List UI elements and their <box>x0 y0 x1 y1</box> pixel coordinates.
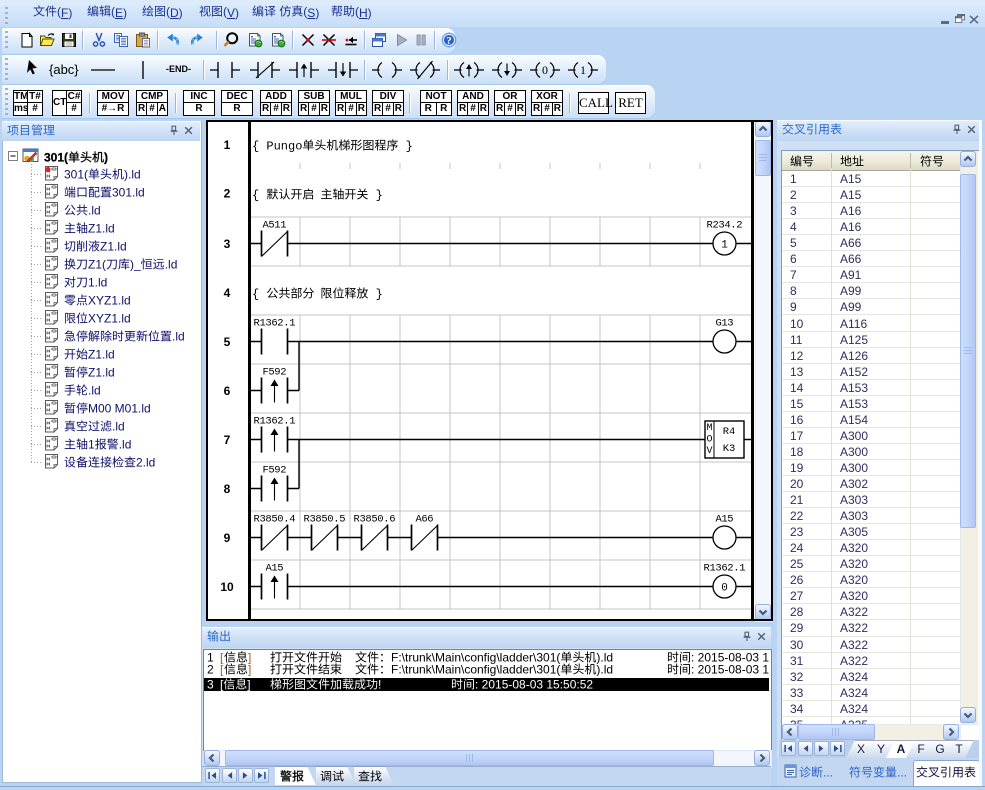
svg-text:...: ... <box>823 765 833 779</box>
svg-text:...: ... <box>897 765 907 779</box>
